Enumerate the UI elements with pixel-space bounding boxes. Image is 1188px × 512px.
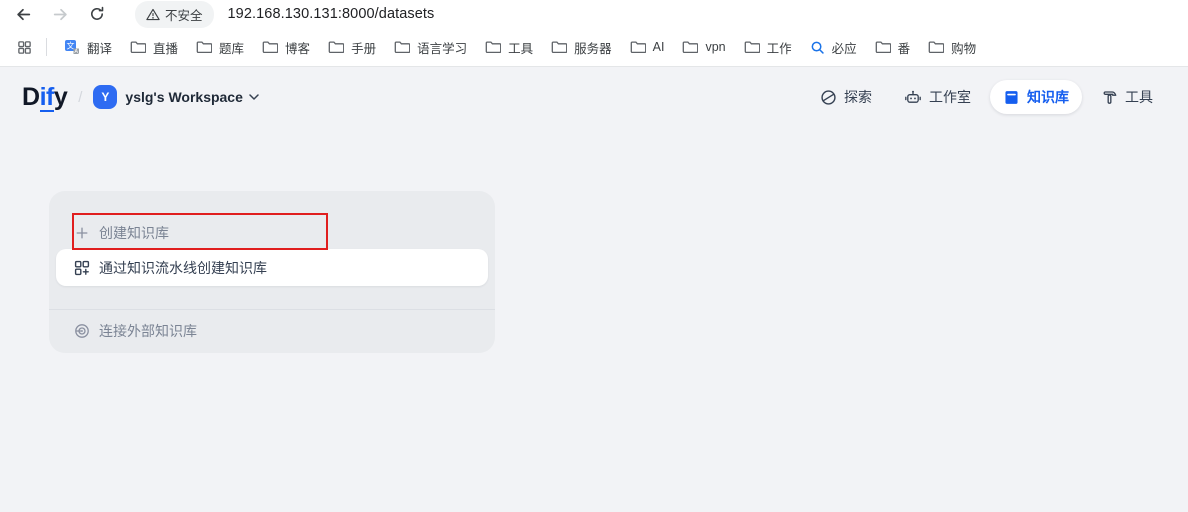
reload-icon (89, 6, 105, 22)
plus-icon (74, 225, 90, 241)
card-divider (49, 309, 495, 310)
warning-triangle-icon (146, 8, 160, 21)
bookmark-folder[interactable]: 服务器 (542, 33, 621, 62)
explore-icon (820, 89, 837, 106)
bookmark-folder[interactable]: 工具 (476, 33, 542, 62)
folder-icon (196, 40, 212, 54)
logo-letter-d: D (22, 83, 40, 112)
folder-icon (130, 40, 146, 54)
browser-chrome: 不安全 192.168.130.131:8000/datasets 文A 翻译 … (0, 0, 1188, 67)
bookmark-label: AI (653, 40, 665, 54)
nav-label: 工作室 (929, 87, 971, 107)
knowledge-book-icon (1003, 89, 1020, 106)
pipeline-grid-icon (74, 260, 90, 276)
bookmark-label: 番 (898, 38, 911, 57)
folder-icon (328, 40, 344, 54)
tools-hammer-icon (1101, 89, 1118, 106)
reload-button[interactable] (84, 2, 110, 26)
site-security-chip[interactable]: 不安全 (135, 1, 214, 28)
bookmark-label: 题库 (219, 38, 244, 57)
address-bar-row: 不安全 192.168.130.131:8000/datasets (0, 0, 1188, 28)
svg-text:A: A (74, 49, 78, 55)
bookmark-label: 直播 (153, 38, 178, 57)
bookmarks-divider (46, 38, 47, 56)
nav-item-knowledge[interactable]: 知识库 (990, 80, 1082, 114)
bookmarks-bar: 文A 翻译 直播 题库 博客 手册 语言学习 工具 服务器 (0, 28, 1188, 66)
back-button[interactable] (10, 2, 36, 26)
create-kb-card: 创建知识库 通过知识流水线创建知识库 连接外部知识库 (49, 191, 495, 353)
forward-button[interactable] (47, 2, 73, 26)
bookmark-folder[interactable]: 直播 (121, 33, 187, 62)
workspace-name: yslg's Workspace (125, 89, 242, 105)
bookmark-folder[interactable]: vpn (673, 35, 734, 59)
top-nav: 探索 工作室 知识库 工具 (807, 80, 1166, 114)
bookmark-label: 手册 (351, 38, 376, 57)
bookmark-label: 翻译 (87, 38, 112, 57)
logo-letters-if: if (40, 85, 54, 112)
nav-item-explore[interactable]: 探索 (807, 80, 885, 114)
dify-logo[interactable]: Dify (22, 83, 67, 112)
dify-page: Dify / Y yslg's Workspace 探索 工作室 知识库 工具 (0, 67, 1188, 512)
apps-grid-button[interactable] (10, 34, 38, 60)
breadcrumb-separator: / (78, 89, 82, 106)
chevron-down-icon (249, 94, 259, 100)
bookmark-label: 工作 (767, 38, 792, 57)
folder-icon (630, 40, 646, 54)
svg-text:文: 文 (67, 41, 75, 51)
logo-letter-y: y (54, 83, 67, 112)
url-text[interactable]: 192.168.130.131:8000/datasets (228, 6, 435, 22)
translate-icon: 文A (64, 39, 80, 55)
bookmark-label: 工具 (508, 38, 533, 57)
search-icon (810, 40, 825, 55)
bookmark-translate[interactable]: 文A 翻译 (55, 33, 121, 62)
bookmark-folder[interactable]: 博客 (253, 33, 319, 62)
apps-grid-icon (17, 40, 32, 55)
bookmark-label: 博客 (285, 38, 310, 57)
bookmark-folder[interactable]: AI (621, 35, 674, 59)
bookmark-folder[interactable]: 番 (866, 33, 920, 62)
menu-label: 连接外部知识库 (99, 321, 197, 341)
folder-icon (928, 40, 944, 54)
folder-icon (262, 40, 278, 54)
create-kb-pipeline-button[interactable]: 通过知识流水线创建知识库 (56, 249, 488, 286)
bookmark-bing[interactable]: 必应 (801, 33, 866, 62)
folder-icon (551, 40, 567, 54)
bookmark-label: 必应 (832, 38, 857, 57)
bookmark-folder[interactable]: 手册 (319, 33, 385, 62)
workspace-selector[interactable]: Y yslg's Workspace (93, 85, 258, 109)
bookmark-label: 购物 (951, 38, 976, 57)
folder-icon (394, 40, 410, 54)
external-target-icon (74, 323, 90, 339)
back-arrow-icon (15, 6, 32, 23)
bookmark-folder[interactable]: 工作 (735, 33, 801, 62)
bookmark-label: vpn (705, 40, 725, 54)
connect-external-kb-button[interactable]: 连接外部知识库 (74, 315, 197, 347)
nav-item-tools[interactable]: 工具 (1088, 80, 1166, 114)
nav-label: 工具 (1125, 87, 1153, 107)
create-kb-button[interactable]: 创建知识库 (74, 217, 169, 249)
menu-label: 通过知识流水线创建知识库 (99, 258, 267, 278)
bookmark-label: 服务器 (574, 38, 612, 57)
folder-icon (875, 40, 891, 54)
nav-item-studio[interactable]: 工作室 (891, 80, 984, 114)
folder-icon (744, 40, 760, 54)
bookmark-folder[interactable]: 题库 (187, 33, 253, 62)
nav-label: 探索 (844, 87, 872, 107)
bookmark-folder[interactable]: 语言学习 (385, 33, 476, 62)
nav-label: 知识库 (1027, 87, 1069, 107)
forward-arrow-icon (52, 6, 69, 23)
folder-icon (485, 40, 501, 54)
bookmark-folder[interactable]: 购物 (919, 33, 985, 62)
dify-header: Dify / Y yslg's Workspace 探索 工作室 知识库 工具 (0, 67, 1188, 127)
menu-label: 创建知识库 (99, 223, 169, 243)
workspace-avatar: Y (93, 85, 117, 109)
folder-icon (682, 40, 698, 54)
bookmark-label: 语言学习 (417, 38, 467, 57)
studio-robot-icon (904, 89, 922, 106)
security-label: 不安全 (165, 5, 203, 24)
